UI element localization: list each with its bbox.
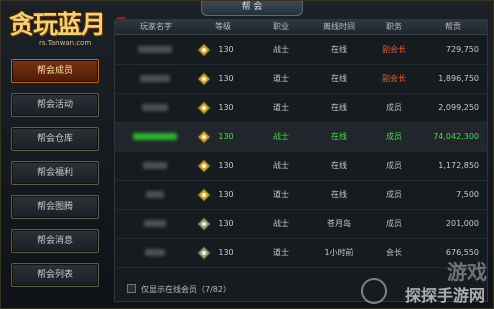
guild-window: 贪玩蓝月 rs.Tanwan.com 帮 会 帮会成员 帮会活动 帮会仓库 帮会… <box>0 0 494 309</box>
watermark: 游戏 探探手游网 <box>361 256 491 306</box>
sidebar-item-messages[interactable]: 帮会消息 <box>11 229 99 253</box>
table-row[interactable]: 130 战士 在线 副会长 729,750 <box>115 36 487 65</box>
header-class[interactable]: 职业 <box>253 20 309 34</box>
class: 道士 <box>273 74 289 83</box>
role: 副会长 <box>382 74 406 83</box>
sidebar-item-activities[interactable]: 帮会活动 <box>11 93 99 117</box>
role: 成员 <box>386 132 402 141</box>
rank-badge-icon <box>197 159 211 173</box>
sidebar-item-warehouse[interactable]: 帮会仓库 <box>11 127 99 151</box>
role: 成员 <box>386 219 402 228</box>
sidebar-item-guild-list[interactable]: 帮会列表 <box>11 263 99 287</box>
level: 130 <box>218 161 234 170</box>
status: 在线 <box>331 103 347 112</box>
header-name[interactable]: 玩家名字 <box>121 20 191 34</box>
sidebar-item-benefits[interactable]: 帮会福利 <box>11 161 99 185</box>
header-contribution[interactable]: 帮贡 <box>421 20 485 34</box>
watermark-line1: 游戏 <box>447 260 487 284</box>
rank-badge-icon <box>197 101 211 115</box>
checkbox[interactable] <box>127 284 136 293</box>
table-row[interactable]: 130 战士 在线 成员 74,042,300 <box>115 123 487 152</box>
contribution: 729,750 <box>445 45 479 54</box>
status: 苍月岛 <box>327 219 351 228</box>
class: 道士 <box>273 103 289 112</box>
role: 成员 <box>386 161 402 170</box>
class: 道士 <box>273 248 289 257</box>
player-name-redacted <box>145 249 165 256</box>
status: 在线 <box>331 45 347 54</box>
guild-sidebar: 帮会成员 帮会活动 帮会仓库 帮会福利 帮会图腾 帮会消息 帮会列表 <box>11 59 103 297</box>
table-row[interactable]: 130 道士 在线 成员 2,099,250 <box>115 94 487 123</box>
class: 战士 <box>273 132 289 141</box>
player-name-redacted <box>138 46 172 53</box>
class: 战士 <box>273 219 289 228</box>
class: 道士 <box>273 190 289 199</box>
player-name-redacted <box>146 191 164 198</box>
level: 130 <box>218 103 234 112</box>
player-name-redacted <box>140 75 170 82</box>
role: 成员 <box>386 190 402 199</box>
watermark-line2: 探探手游网 <box>404 286 485 305</box>
table-header: 玩家名字 等级 职业 离线时间 职务 帮贡 <box>115 20 487 35</box>
class: 战士 <box>273 45 289 54</box>
player-name-redacted <box>142 104 168 111</box>
player-name-redacted <box>143 162 167 169</box>
game-logo: 贪玩蓝月 rs.Tanwan.com <box>9 11 127 51</box>
sidebar-item-totem[interactable]: 帮会图腾 <box>11 195 99 219</box>
level: 130 <box>218 219 234 228</box>
sidebar-item-members[interactable]: 帮会成员 <box>11 59 99 83</box>
rank-badge-icon <box>197 43 211 57</box>
header-role[interactable]: 职务 <box>369 20 419 34</box>
table-row[interactable]: 130 道士 在线 成员 7,500 <box>115 181 487 210</box>
contribution: 2,099,250 <box>438 103 479 112</box>
player-name-redacted <box>144 220 166 227</box>
online-only-filter[interactable]: 仅显示在线会员（7/82） <box>127 284 231 295</box>
status: 1小时前 <box>324 248 354 257</box>
table-row[interactable]: 130 道士 在线 副会长 1,896,750 <box>115 65 487 94</box>
header-offline-time[interactable]: 离线时间 <box>311 20 367 34</box>
rank-badge-icon <box>197 72 211 86</box>
table-row[interactable]: 130 战士 在线 成员 1,172,850 <box>115 152 487 181</box>
status: 在线 <box>331 74 347 83</box>
contribution: 7,500 <box>456 190 479 199</box>
level: 130 <box>218 132 234 141</box>
level: 130 <box>218 74 234 83</box>
contribution: 1,172,850 <box>438 161 479 170</box>
online-only-label: 仅显示在线会员（7/82） <box>141 285 231 294</box>
contribution: 201,000 <box>445 219 479 228</box>
header-level[interactable]: 等级 <box>195 20 251 34</box>
table-row[interactable]: 130 战士 苍月岛 成员 201,000 <box>115 210 487 239</box>
role: 副会长 <box>382 45 406 54</box>
status: 在线 <box>331 190 347 199</box>
role: 成员 <box>386 103 402 112</box>
watermark-logo <box>361 278 387 304</box>
rank-badge-icon <box>197 246 211 260</box>
player-name-redacted <box>133 133 177 140</box>
rank-badge-icon <box>197 217 211 231</box>
status: 在线 <box>331 161 347 170</box>
level: 130 <box>218 45 234 54</box>
rank-badge-icon <box>197 130 211 144</box>
logo-title: 贪玩蓝月 <box>9 10 106 39</box>
status: 在线 <box>331 132 347 141</box>
class: 战士 <box>273 161 289 170</box>
contribution: 74,042,300 <box>433 132 479 141</box>
level: 130 <box>218 248 234 257</box>
rank-badge-icon <box>197 188 211 202</box>
contribution: 1,896,750 <box>438 74 479 83</box>
window-title: 帮 会 <box>201 1 303 16</box>
level: 130 <box>218 190 234 199</box>
